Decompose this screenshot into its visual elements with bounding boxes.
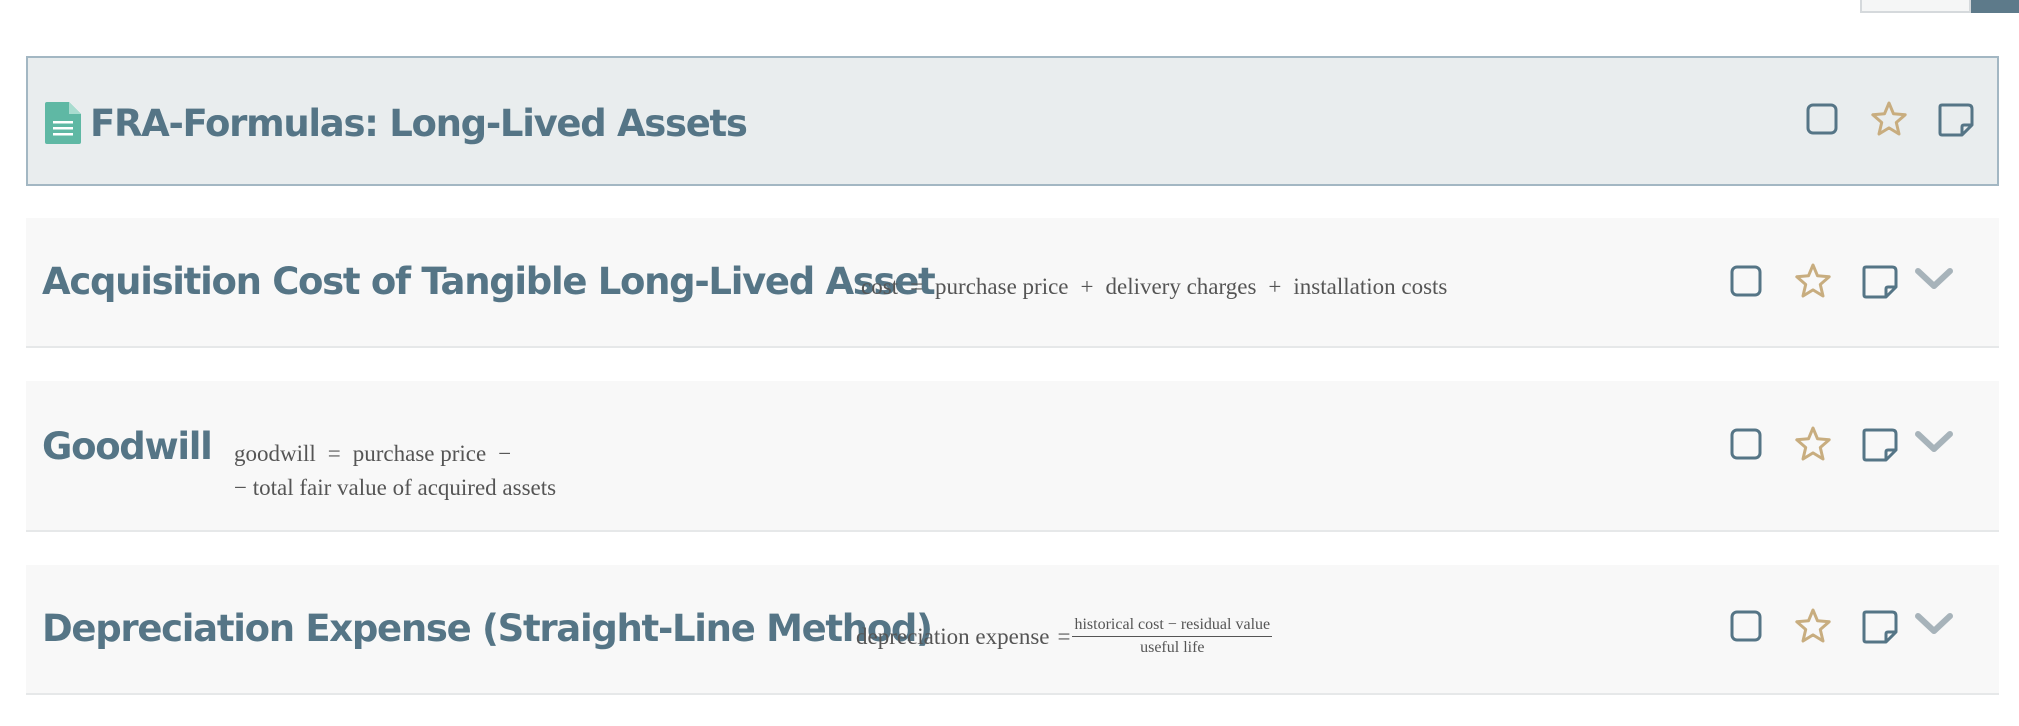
- formula-expression: depreciation expense = historical cost − …: [856, 615, 1273, 658]
- note-icon[interactable]: [1938, 103, 1974, 137]
- formula-operator: +: [1080, 274, 1094, 299]
- top-toolbar-button[interactable]: [1860, 0, 1971, 13]
- formula-term: − total fair value of acquired assets: [234, 475, 557, 500]
- formula-term: cost: [861, 274, 899, 299]
- chevron-down-icon[interactable]: [1914, 266, 1954, 292]
- note-icon[interactable]: [1862, 610, 1898, 644]
- formula-card[interactable]: Goodwill goodwill = purchase price − − tota…: [26, 381, 1999, 532]
- chevron-down-icon[interactable]: [1914, 429, 1954, 455]
- top-toolbar-button-primary[interactable]: [1971, 0, 2019, 13]
- formula-term: goodwill: [234, 441, 316, 466]
- formula-expression: goodwill = purchase price − − total fair va…: [234, 437, 556, 505]
- fraction-denominator: useful life: [1140, 639, 1205, 656]
- star-icon[interactable]: [1794, 425, 1832, 463]
- formula-card[interactable]: Depreciation Expense (Straight-Line Meth…: [26, 565, 1999, 695]
- formula-term: delivery charges: [1105, 274, 1257, 299]
- checkbox-icon[interactable]: [1806, 103, 1838, 135]
- formula-card[interactable]: Acquisition Cost of Tangible Long-Lived …: [26, 218, 1999, 348]
- note-icon[interactable]: [1862, 428, 1898, 462]
- checkbox-icon[interactable]: [1730, 428, 1762, 460]
- formula-operator: =: [1057, 623, 1071, 649]
- formula-title: Depreciation Expense (Straight-Line Meth…: [42, 607, 933, 650]
- formula-term: purchase price: [935, 274, 1069, 299]
- star-icon[interactable]: [1794, 607, 1832, 645]
- formula-fraction: historical cost − residual value useful …: [1072, 615, 1273, 658]
- formula-operator: −: [498, 441, 512, 466]
- formula-operator: +: [1268, 274, 1282, 299]
- fraction-numerator: historical cost − residual value: [1072, 615, 1273, 637]
- formula-operator: =: [327, 441, 341, 466]
- formula-title: Acquisition Cost of Tangible Long-Lived …: [42, 260, 936, 303]
- checkbox-icon[interactable]: [1730, 610, 1762, 642]
- formula-term: purchase price: [352, 441, 487, 466]
- formula-title: Goodwill: [42, 425, 213, 468]
- formula-term: depreciation expense: [856, 623, 1050, 649]
- note-icon[interactable]: [1862, 265, 1898, 299]
- formula-expression: cost = purchase price + delivery charges + ins…: [861, 274, 1447, 300]
- formula-term: installation costs: [1293, 274, 1448, 299]
- checkbox-icon[interactable]: [1730, 265, 1762, 297]
- page-title: FRA-Formulas: Long-Lived Assets: [90, 102, 748, 145]
- star-icon[interactable]: [1870, 100, 1908, 138]
- document-icon: [45, 102, 81, 144]
- star-icon[interactable]: [1794, 262, 1832, 300]
- chevron-down-icon[interactable]: [1914, 611, 1954, 637]
- formula-operator: =: [910, 274, 924, 299]
- deck-header: FRA-Formulas: Long-Lived Assets: [26, 56, 1999, 186]
